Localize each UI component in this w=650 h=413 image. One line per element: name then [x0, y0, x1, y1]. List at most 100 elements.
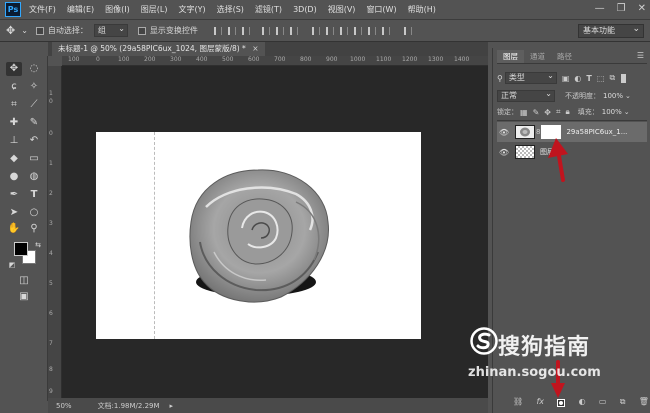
workspace-dropdown[interactable]: 基本功能 — [578, 23, 644, 38]
menu-3d[interactable]: 3D(D) — [293, 5, 317, 14]
pen-tool-icon[interactable]: ✒ — [6, 188, 22, 202]
fill-value[interactable]: 100% — [602, 108, 622, 116]
eraser-tool-icon[interactable]: ◆ — [6, 152, 22, 166]
opacity-chevron-icon[interactable]: ⌄ — [625, 92, 631, 100]
lock-image-icon[interactable]: ✎ — [533, 108, 540, 117]
healing-brush-tool-icon[interactable]: ✚ — [6, 116, 22, 130]
magic-wand-tool-icon[interactable]: ✧ — [26, 80, 42, 94]
distribute-center-icon[interactable] — [367, 26, 376, 35]
layer-row-base[interactable]: 👁︎ 图层 — [497, 142, 647, 162]
move-tool-icon[interactable]: ✥ — [6, 24, 15, 37]
move-tool-icon[interactable]: ✥ — [6, 62, 22, 76]
layer-mask-thumbnail[interactable] — [541, 125, 562, 139]
filter-kind-dropdown[interactable]: 类型 — [504, 71, 557, 84]
eyedropper-tool-icon[interactable]: ⟋ — [26, 98, 42, 112]
menu-filter[interactable]: 滤镜(T) — [255, 4, 282, 15]
adjustment-icon[interactable]: ◐ — [579, 397, 586, 409]
status-arrow-icon[interactable]: ▸ — [170, 402, 174, 410]
brush-tool-icon[interactable]: ✎ — [26, 116, 42, 130]
auto-select-dropdown[interactable]: 组 — [93, 23, 128, 37]
auto-align-icon[interactable] — [403, 26, 412, 35]
filter-smart-object-icon[interactable]: ⧉ — [609, 73, 615, 83]
lock-position-icon[interactable]: ✥ — [544, 108, 551, 117]
filter-adjustment-icon[interactable]: ◐ — [574, 74, 581, 83]
opacity-value[interactable]: 100% — [603, 92, 623, 100]
history-brush-tool-icon[interactable]: ↶ — [26, 134, 42, 148]
menu-type[interactable]: 文字(Y) — [178, 4, 205, 15]
dodge-tool-icon[interactable]: ◍ — [26, 170, 42, 184]
layer-row-rose[interactable]: 👁︎ 8 29a58PIC6ux_1... — [497, 122, 647, 142]
menu-edit[interactable]: 编辑(E) — [67, 4, 94, 15]
group-icon[interactable]: ▭ — [599, 397, 607, 409]
close-icon[interactable]: ✕ — [638, 3, 646, 14]
distribute-top-icon[interactable] — [311, 26, 320, 35]
menu-view[interactable]: 视图(V) — [328, 4, 356, 15]
menu-select[interactable]: 选择(S) — [217, 4, 244, 15]
distribute-bottom-icon[interactable] — [339, 26, 348, 35]
fill-chevron-icon[interactable]: ⌄ — [624, 108, 630, 116]
link-mask-icon[interactable]: 8 — [536, 128, 540, 136]
tool-preset-chevron-icon[interactable]: ⌄ — [21, 26, 28, 35]
shape-tool-icon[interactable]: ○ — [26, 206, 42, 220]
distribute-right-icon[interactable] — [381, 26, 390, 35]
blend-mode-dropdown[interactable]: 正常 — [497, 89, 555, 102]
document-tab[interactable]: 未标题-1 @ 50% (29a58PIC6ux_1024, 图层蒙版/8) *… — [52, 42, 265, 56]
lock-all-icon[interactable]: 🔒︎ — [565, 107, 569, 117]
menu-image[interactable]: 图像(I) — [105, 4, 130, 15]
new-layer-icon[interactable]: ⧉ — [620, 397, 626, 409]
close-tab-icon[interactable]: × — [252, 44, 258, 53]
menu-help[interactable]: 帮助(H) — [408, 4, 436, 15]
distribute-middle-icon[interactable] — [325, 26, 334, 35]
minimize-icon[interactable]: — — [595, 3, 605, 14]
marquee-tool-icon[interactable]: ◌ — [26, 62, 42, 76]
menu-window[interactable]: 窗口(W) — [366, 4, 396, 15]
zoom-level[interactable]: 50% — [56, 402, 72, 410]
type-tool-icon[interactable]: T — [26, 188, 42, 202]
align-bottom-icon[interactable] — [241, 26, 250, 35]
tab-layers[interactable]: 图层 — [497, 50, 524, 63]
align-left-icon[interactable] — [261, 26, 270, 35]
blur-tool-icon[interactable]: ● — [6, 170, 22, 184]
align-center-icon[interactable] — [275, 26, 284, 35]
show-transform-checkbox[interactable] — [137, 26, 146, 35]
auto-select-checkbox[interactable] — [35, 26, 44, 35]
crop-tool-icon[interactable]: ⌗ — [6, 98, 22, 112]
align-right-icon[interactable] — [289, 26, 298, 35]
lock-transparent-icon[interactable]: ▦ — [520, 108, 528, 117]
layer-name[interactable]: 图层 — [540, 147, 554, 157]
hand-tool-icon[interactable]: ✋ — [6, 222, 22, 236]
screen-mode-icon[interactable]: ▣ — [16, 290, 32, 304]
clone-stamp-tool-icon[interactable]: ⊥ — [6, 134, 22, 148]
path-selection-tool-icon[interactable]: ➤ — [6, 206, 22, 220]
mask-icon[interactable] — [557, 399, 566, 407]
align-middle-icon[interactable] — [227, 26, 236, 35]
default-colors-icon[interactable]: ◩ — [4, 258, 20, 272]
canvas-area[interactable] — [62, 66, 488, 398]
distribute-left-icon[interactable] — [353, 26, 362, 35]
visibility-eye-icon[interactable]: 👁︎ — [497, 128, 511, 137]
gradient-tool-icon[interactable]: ▭ — [26, 152, 42, 166]
trash-icon[interactable]: 🗑︎ — [639, 397, 649, 409]
filter-shape-icon[interactable]: ⬚ — [597, 74, 605, 83]
restore-icon[interactable]: ❐ — [617, 3, 626, 14]
lasso-tool-icon[interactable]: ɕ — [6, 80, 22, 94]
menu-layer[interactable]: 图层(L) — [141, 4, 168, 15]
tab-paths[interactable]: 路径 — [551, 50, 578, 63]
visibility-eye-icon[interactable]: 👁︎ — [497, 148, 511, 157]
zoom-tool-icon[interactable]: ⚲ — [26, 222, 42, 236]
filter-pixel-icon[interactable]: ▣ — [562, 74, 570, 83]
layer-name[interactable]: 29a58PIC6ux_1... — [566, 128, 627, 136]
link-icon[interactable]: ⛓︎ — [513, 397, 523, 409]
swap-colors-icon[interactable]: ⇆ — [30, 238, 46, 252]
align-top-icon[interactable] — [213, 26, 222, 35]
foreground-color-swatch[interactable] — [14, 242, 28, 256]
quick-mask-icon[interactable]: ◫ — [16, 274, 32, 288]
filter-toggle[interactable] — [621, 73, 627, 83]
filter-type-icon[interactable]: T — [586, 74, 591, 83]
tab-channels[interactable]: 通道 — [524, 50, 551, 63]
document-canvas[interactable] — [96, 132, 421, 339]
fx-icon[interactable]: fx — [536, 397, 544, 409]
panel-menu-icon[interactable]: ☰ — [637, 51, 644, 60]
lock-artboard-icon[interactable]: ⌗ — [556, 107, 561, 117]
menu-file[interactable]: 文件(F) — [29, 4, 56, 15]
